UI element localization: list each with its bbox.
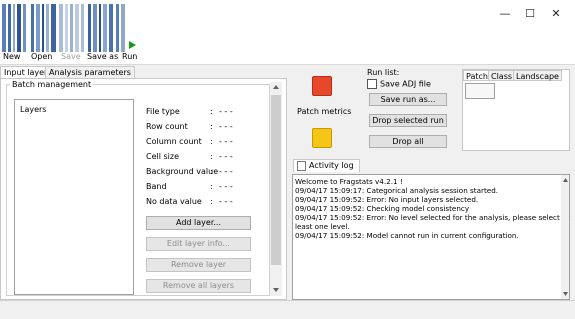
prop-colon: : [210,197,213,206]
open-icon[interactable] [31,4,59,52]
run-button-label[interactable]: Run [122,52,137,61]
prop-band-value: - - - [219,182,233,191]
drop-selected-run-button[interactable]: Drop selected run [369,114,447,127]
new-button-label[interactable]: New [3,52,20,61]
left-scrollbar-thumb[interactable] [271,95,281,265]
open-button-label[interactable]: Open [31,52,52,61]
prop-band-label: Band [146,182,167,191]
patch-status-red-icon [312,76,332,96]
log-line: 09/04/17 15:09:52: Model cannot run in c… [295,231,519,240]
save-as-icon[interactable] [88,4,116,52]
log-scroll-up-icon[interactable] [563,178,568,182]
layers-list[interactable] [14,99,134,295]
scroll-down-icon[interactable] [273,288,279,292]
edit-layer-info-button: Edit layer info... [146,237,251,251]
status-bar [0,300,575,319]
run-list-title: Run list: [367,68,400,77]
prop-row-count-label: Row count [146,122,188,131]
log-line: 09/04/17 15:09:52: Checking model consis… [295,204,470,213]
prop-background-value-value: - - - [219,167,233,176]
maximize-button[interactable]: ☐ [519,6,541,22]
log-line: 09/04/17 15:09:52: Error: No input layer… [295,195,479,204]
activity-log-label: Activity log [309,161,354,170]
log-line: Welcome to Fragstats v4.2.1 ! [295,177,403,186]
prop-row-count-value: - - - [219,122,233,131]
log-scrollbar[interactable] [561,175,569,299]
save-run-as-button[interactable]: Save run as... [369,93,447,106]
prop-colon: : [210,182,213,191]
close-button[interactable]: ✕ [545,6,567,22]
prop-cell-size-label: Cell size [146,152,180,161]
tab-activity-log[interactable]: Activity log [293,159,360,172]
prop-colon: : [210,152,213,161]
prop-colon: : [210,107,213,116]
run-icon[interactable] [129,41,136,49]
runs-grid-cell[interactable] [465,83,495,99]
patch-metrics-label[interactable]: Patch metrics [297,107,351,116]
prop-colon: : [210,167,213,176]
remove-all-layers-button: Remove all layers [146,279,251,293]
batch-management-title: Batch management [10,80,94,89]
add-layer-button[interactable]: Add layer... [146,216,251,230]
log-line: least one level. [295,222,350,231]
prop-no-data-value-value: - - - [219,197,233,206]
tab-class[interactable]: Class [488,70,516,81]
document-icon [297,160,306,171]
layers-label: Layers [20,105,47,114]
prop-colon: : [210,137,213,146]
log-scroll-down-icon[interactable] [563,292,568,296]
prop-no-data-value-label: No data value [146,197,202,206]
save-adj-checkbox[interactable]: Save ADJ file [367,79,431,89]
prop-file-type-label: File type [146,107,180,116]
scroll-up-icon[interactable] [273,85,279,89]
remove-layer-button: Remove layer [146,258,251,272]
run-graphic [116,4,130,52]
new-icon[interactable] [2,4,30,52]
status-yellow-icon [312,128,332,148]
toolbar-divider [0,64,575,65]
prop-file-type-value: - - - [219,107,233,116]
save-adj-label: Save ADJ file [380,79,431,89]
tab-patch[interactable]: Patch [463,70,491,81]
minimize-button[interactable]: — [494,6,516,22]
save-as-button-label[interactable]: Save as [87,52,118,61]
save-button-label: Save [61,52,81,61]
log-line: 09/04/17 15:09:17: Categorical analysis … [295,186,499,195]
tab-landscape[interactable]: Landscape [513,70,562,81]
checkbox-icon[interactable] [367,79,377,89]
drop-all-button[interactable]: Drop all [369,135,447,148]
prop-colon: : [210,122,213,131]
save-icon [59,4,87,52]
log-line: 09/04/17 15:09:52: Error: No level selec… [295,213,570,222]
prop-column-count-value: - - - [219,137,233,146]
prop-column-count-label: Column count [146,137,202,146]
prop-cell-size-value: - - - [219,152,233,161]
prop-background-value-label: Background value [146,167,219,176]
